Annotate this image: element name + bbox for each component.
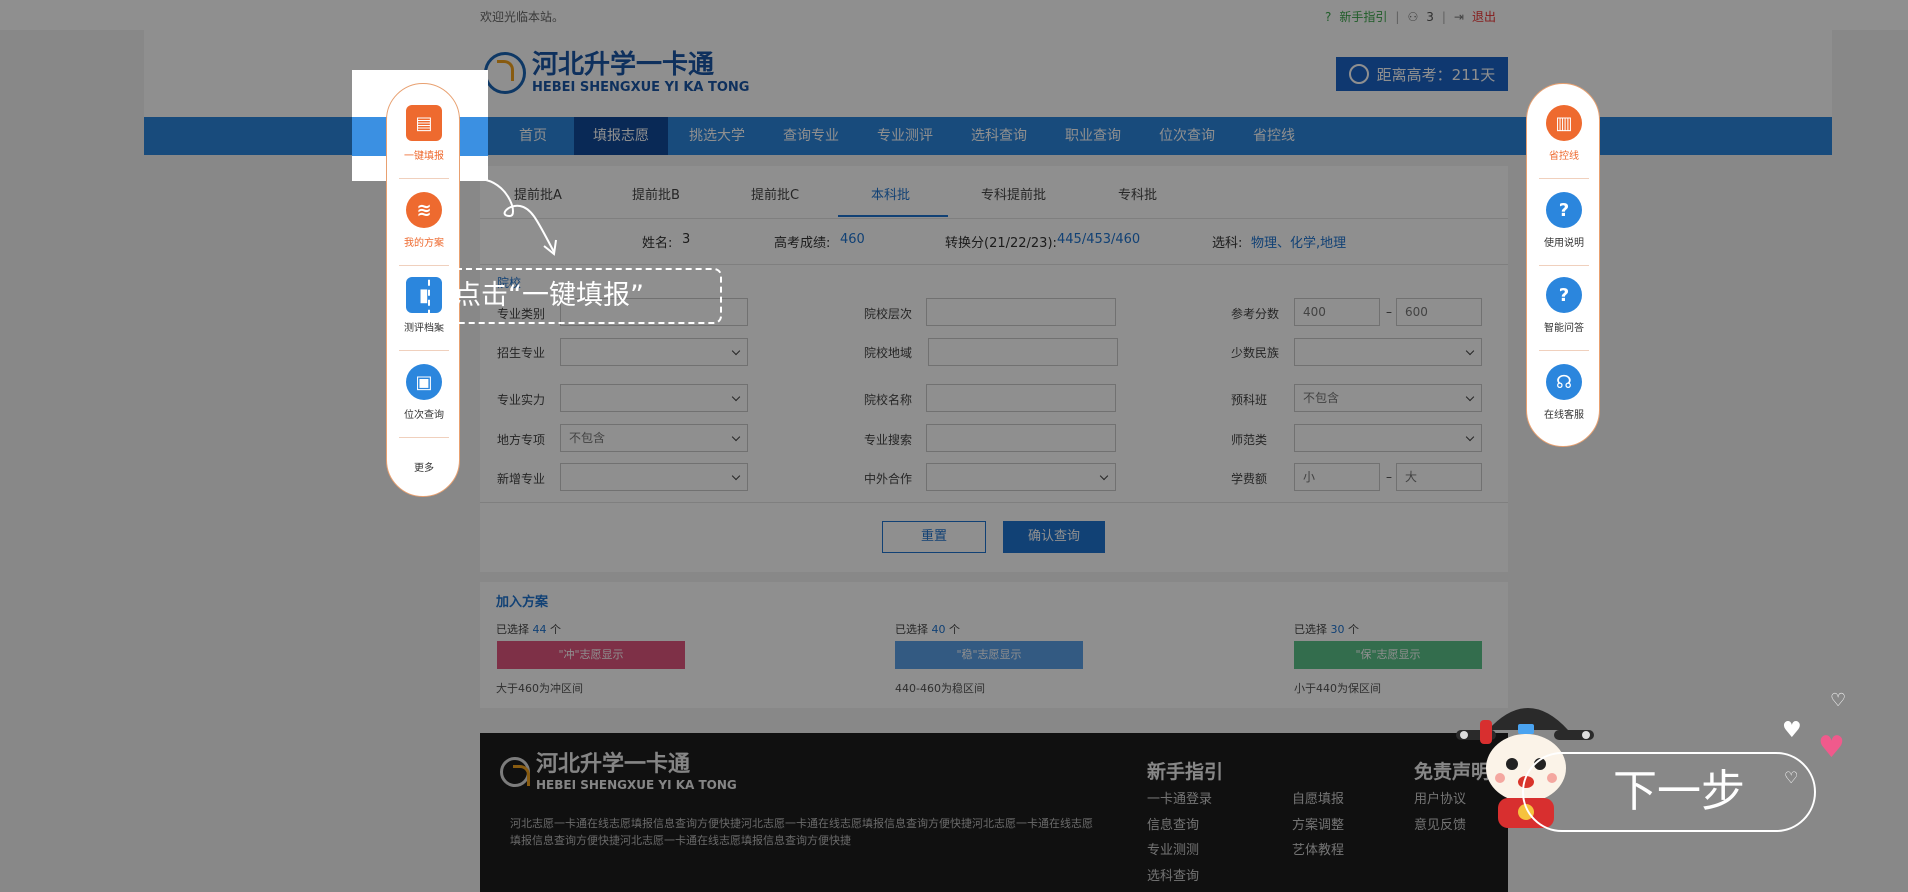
sidebar-label: 智能问答 <box>1544 323 1584 334</box>
sidebar-label: 位次查询 <box>404 410 444 421</box>
divider <box>1539 350 1589 351</box>
sidebar-label: 测评档案 <box>404 323 444 334</box>
heart-icon: ♥ <box>1782 718 1802 743</box>
heart-icon: ♡ <box>1784 768 1799 787</box>
question-bubble-icon: ? <box>1546 277 1582 313</box>
divider <box>399 178 449 179</box>
right-floating-sidebar: ▥ 省控线 ? 使用说明 ? 智能问答 ☊ 在线客服 <box>1526 83 1600 447</box>
sidebar-item-more[interactable]: 更多 <box>387 459 461 474</box>
sidebar-label: 省控线 <box>1549 151 1579 162</box>
heart-icon: ♡ <box>1830 690 1847 711</box>
divider <box>399 350 449 351</box>
sidebar-label: 使用说明 <box>1544 238 1584 249</box>
sidebar-label: 一键填报 <box>404 151 444 162</box>
sidebar-item-my-plan[interactable]: ≋ 我的方案 <box>387 192 461 249</box>
one-click-fill-icon: ▤ <box>406 105 442 141</box>
sidebar-item-control-line[interactable]: ▥ 省控线 <box>1527 105 1601 162</box>
sidebar-label: 我的方案 <box>404 238 444 249</box>
divider <box>1539 178 1589 179</box>
next-step-button[interactable]: 下一步 <box>1522 752 1816 832</box>
divider <box>399 265 449 266</box>
sidebar-label: 更多 <box>414 463 434 474</box>
sidebar-item-one-click-fill[interactable]: ▤ 一键填报 <box>387 105 461 162</box>
bar-chart-icon: ▥ <box>1546 105 1582 141</box>
sidebar-item-online-service[interactable]: ☊ 在线客服 <box>1527 364 1601 421</box>
layers-icon: ≋ <box>406 192 442 228</box>
question-icon: ? <box>1546 192 1582 228</box>
sidebar-label: 在线客服 <box>1544 410 1584 421</box>
sidebar-item-instructions[interactable]: ? 使用说明 <box>1527 192 1601 249</box>
divider <box>399 437 449 438</box>
sidebar-item-smart-qa[interactable]: ? 智能问答 <box>1527 277 1601 334</box>
guide-arrow-icon <box>485 179 557 256</box>
monitor-icon: ▣ <box>406 364 442 400</box>
heart-icon: ♥ <box>1818 730 1845 765</box>
divider <box>1539 265 1589 266</box>
sidebar-item-rank-query[interactable]: ▣ 位次查询 <box>387 364 461 421</box>
guide-hint-box: 点击“一键填报” <box>428 268 722 324</box>
headset-icon: ☊ <box>1546 364 1582 400</box>
